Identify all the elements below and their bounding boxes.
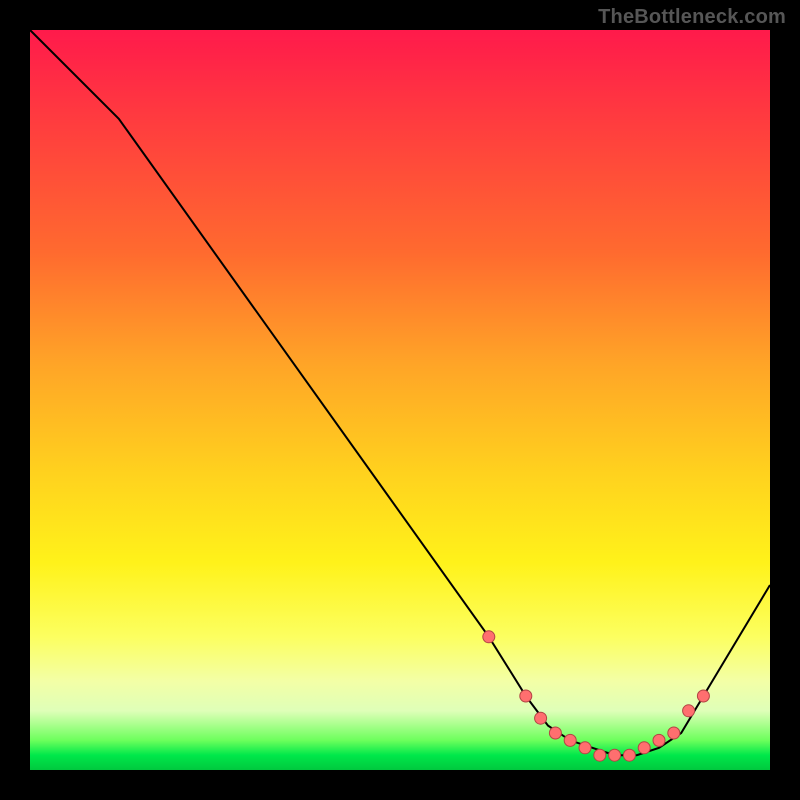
marker-dot — [549, 727, 561, 739]
marker-dot — [668, 727, 680, 739]
marker-dot — [483, 631, 495, 643]
marker-dot — [683, 705, 695, 717]
marker-dot — [653, 734, 665, 746]
marker-dot — [594, 749, 606, 761]
watermark-text: TheBottleneck.com — [598, 6, 786, 29]
marker-dot — [609, 749, 621, 761]
bottleneck-curve — [30, 30, 770, 755]
curve-markers — [483, 631, 710, 761]
curve-svg — [30, 30, 770, 770]
marker-dot — [535, 712, 547, 724]
marker-dot — [697, 690, 709, 702]
marker-dot — [623, 749, 635, 761]
marker-dot — [638, 742, 650, 754]
plot-area — [30, 30, 770, 770]
chart-stage: TheBottleneck.com — [0, 0, 800, 800]
marker-dot — [564, 734, 576, 746]
marker-dot — [520, 690, 532, 702]
marker-dot — [579, 742, 591, 754]
